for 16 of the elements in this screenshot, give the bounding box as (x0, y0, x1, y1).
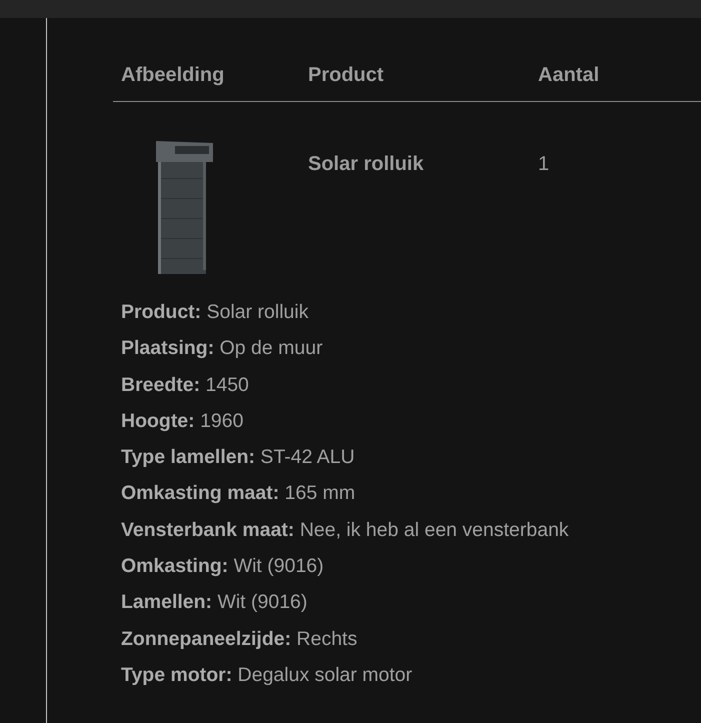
product-detail: Omkasting: Wit (9016) (121, 554, 325, 580)
product-detail: Plaatsing: Op de muur (121, 336, 324, 362)
product-detail: Product: Solar rolluik (121, 300, 310, 325)
product-detail: Vensterbank maat: Nee, ik heb al een vensterbank (121, 518, 570, 543)
product-detail: Breedte: 1450 (121, 372, 250, 398)
product-detail: Hoogte: 1960 (121, 408, 244, 434)
quantity: 1 (538, 152, 550, 177)
product-detail: Omkasting maat: 165 mm (121, 481, 356, 506)
column-header: Product (308, 63, 385, 88)
product-detail: Type lamellen: ST-42 ALU (121, 445, 356, 470)
product-detail: Type motor: Degalux solar motor (121, 662, 414, 688)
product-detail: Lamellen: Wit (9016) (121, 590, 308, 616)
product-detail: Zonnepaneelzijde: Rechts (121, 626, 358, 652)
column-header: Aantal (538, 63, 600, 88)
column-header: Afbeelding (121, 63, 226, 88)
product-name: Solar rolluik (308, 152, 425, 177)
